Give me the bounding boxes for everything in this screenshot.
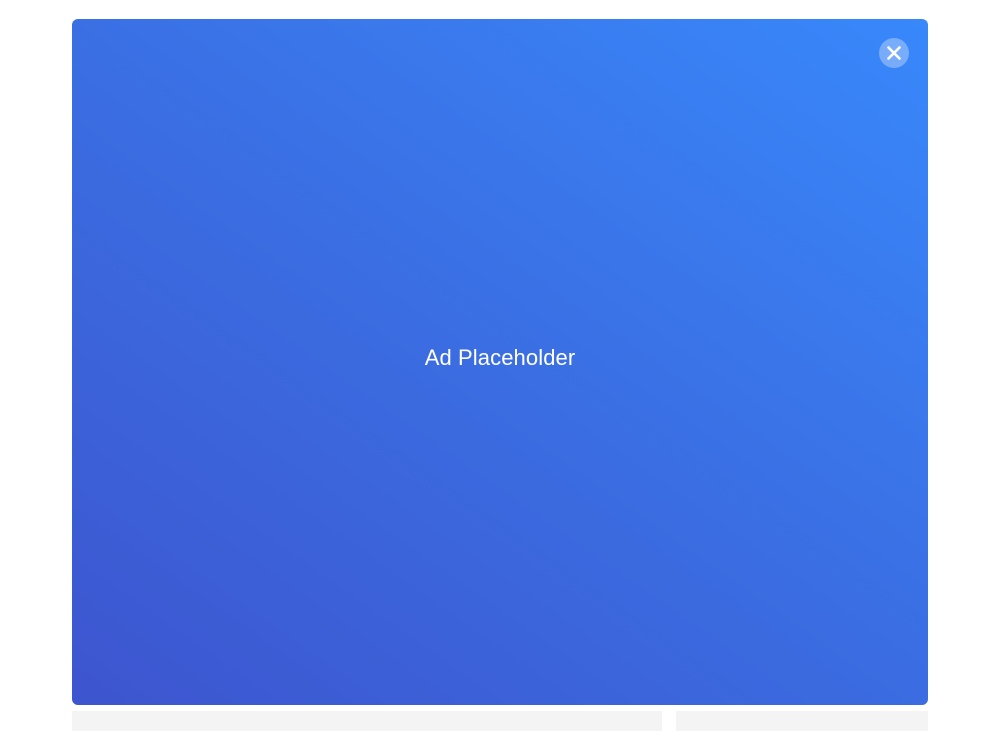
ad-placeholder-label: Ad Placeholder <box>424 345 576 370</box>
content-card-sidebar <box>676 711 928 731</box>
close-ad-button[interactable] <box>879 38 909 68</box>
close-icon <box>886 45 902 61</box>
content-card-main <box>72 711 662 731</box>
ad-overlay[interactable]: Ad Placeholder <box>72 19 928 705</box>
